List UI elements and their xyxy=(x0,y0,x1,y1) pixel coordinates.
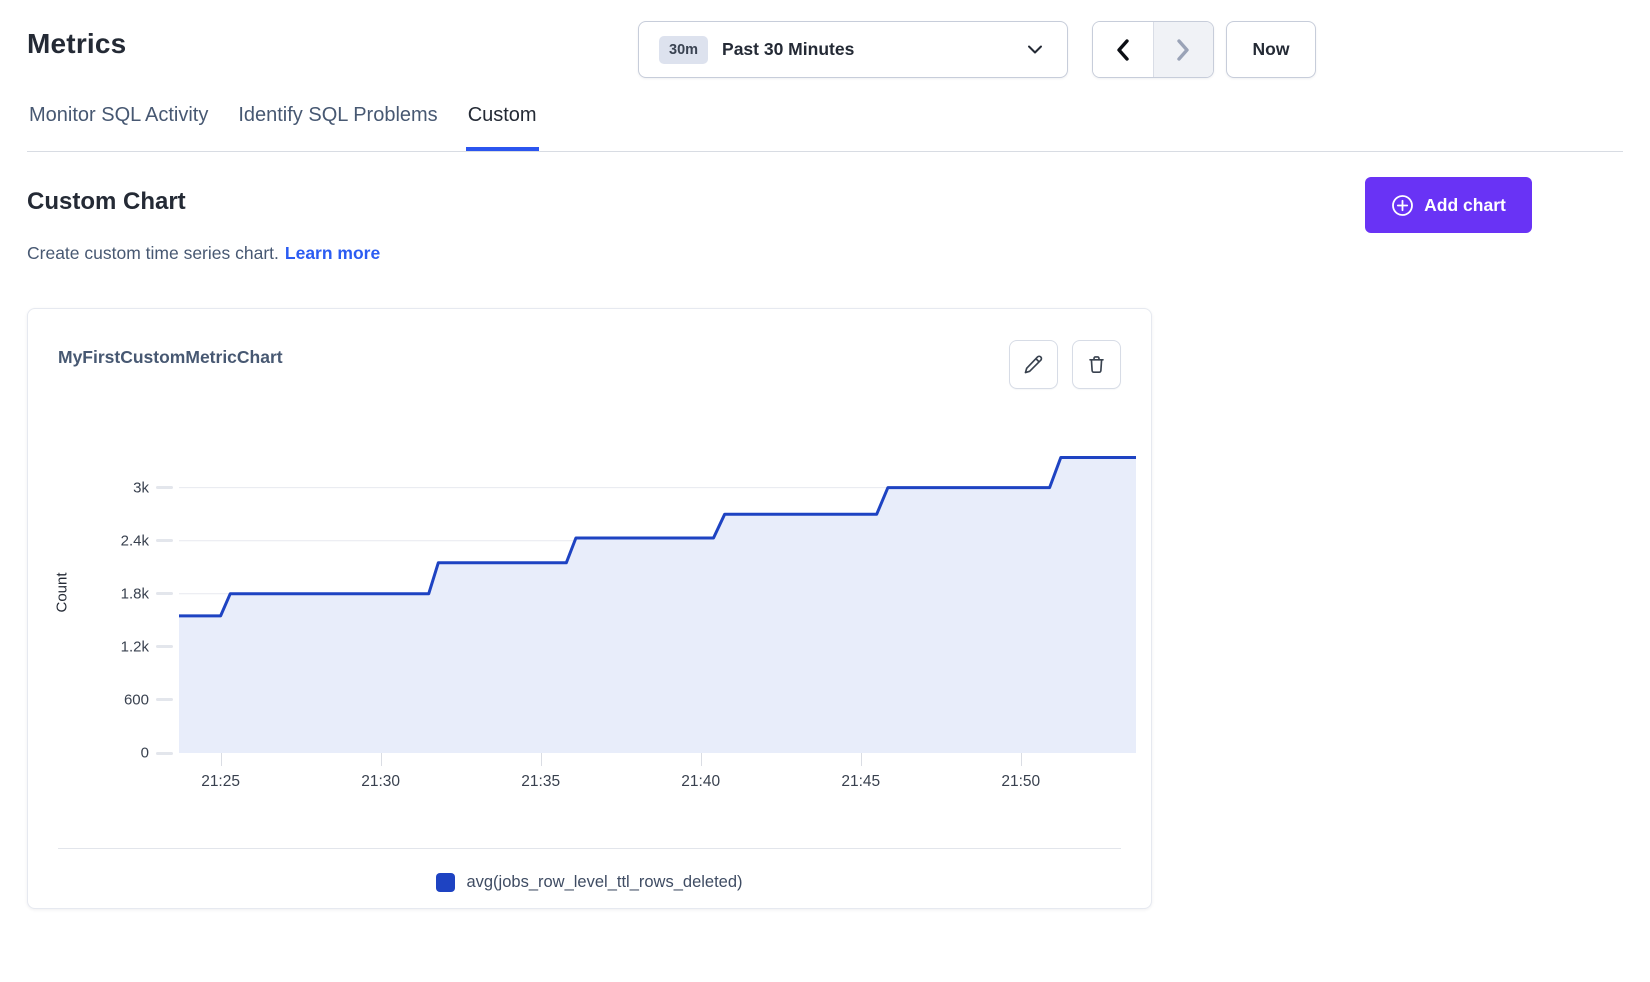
x-tick-mark xyxy=(1021,753,1022,766)
y-tick-label: 1.2k xyxy=(121,638,149,655)
x-tick-label: 21:40 xyxy=(681,773,720,791)
x-tick-mark xyxy=(221,753,222,766)
pencil-icon xyxy=(1023,354,1044,375)
time-range-label: Past 30 Minutes xyxy=(722,39,854,60)
page-title: Metrics xyxy=(27,28,126,60)
chart-plot-area[interactable]: Count 06001.2k1.8k2.4k3k21:2521:3021:352… xyxy=(179,431,1136,753)
y-tick-mark xyxy=(156,752,173,755)
chevron-down-icon xyxy=(1027,45,1043,55)
legend-divider xyxy=(58,848,1121,849)
y-tick-label: 600 xyxy=(124,691,149,708)
x-tick-label: 21:50 xyxy=(1001,773,1040,791)
y-axis-title: Count xyxy=(51,431,73,753)
next-range-button[interactable] xyxy=(1153,22,1214,77)
plus-circle-icon xyxy=(1391,194,1414,217)
chevron-left-icon xyxy=(1115,38,1130,62)
x-tick-mark xyxy=(541,753,542,766)
tab-identify-sql-problems[interactable]: Identify SQL Problems xyxy=(236,102,439,151)
section-subtitle: Create custom time series chart. Learn mo… xyxy=(27,243,380,264)
subtitle-text: Create custom time series chart. xyxy=(27,243,279,263)
y-tick-label: 0 xyxy=(141,745,149,762)
custom-chart-card: MyFirstCustomMetricChart Count 06001.2k1… xyxy=(27,308,1152,909)
x-tick-mark xyxy=(381,753,382,766)
y-tick-mark xyxy=(156,592,173,595)
section-title: Custom Chart xyxy=(27,188,186,216)
legend-swatch xyxy=(436,873,455,892)
y-tick-mark xyxy=(156,539,173,542)
x-tick-label: 21:30 xyxy=(361,773,400,791)
time-range-badge: 30m xyxy=(659,36,708,64)
y-tick-mark xyxy=(156,645,173,648)
time-range-selector[interactable]: 30m Past 30 Minutes xyxy=(638,21,1068,78)
edit-chart-button[interactable] xyxy=(1009,340,1058,389)
previous-range-button[interactable] xyxy=(1093,22,1153,77)
chart-canvas xyxy=(179,431,1136,753)
time-range-pager xyxy=(1092,21,1214,78)
y-tick-mark xyxy=(156,486,173,489)
tab-bar: Monitor SQL Activity Identify SQL Proble… xyxy=(27,102,1623,152)
chevron-right-icon xyxy=(1176,38,1191,62)
y-tick-mark xyxy=(156,698,173,701)
add-chart-button[interactable]: Add chart xyxy=(1365,177,1532,233)
y-tick-label: 1.8k xyxy=(121,585,149,602)
tab-custom[interactable]: Custom xyxy=(466,102,539,151)
learn-more-link[interactable]: Learn more xyxy=(285,243,380,263)
chart-title: MyFirstCustomMetricChart xyxy=(58,347,283,368)
chart-legend[interactable]: avg(jobs_row_level_ttl_rows_deleted) xyxy=(28,873,1151,892)
delete-chart-button[interactable] xyxy=(1072,340,1121,389)
x-tick-label: 21:45 xyxy=(841,773,880,791)
x-tick-label: 21:25 xyxy=(201,773,240,791)
y-tick-label: 2.4k xyxy=(121,532,149,549)
trash-icon xyxy=(1086,354,1107,375)
x-tick-mark xyxy=(861,753,862,766)
now-button[interactable]: Now xyxy=(1226,21,1316,78)
legend-label: avg(jobs_row_level_ttl_rows_deleted) xyxy=(466,873,742,892)
tab-monitor-sql-activity[interactable]: Monitor SQL Activity xyxy=(27,102,210,151)
x-tick-mark xyxy=(701,753,702,766)
add-chart-label: Add chart xyxy=(1424,195,1506,216)
x-tick-label: 21:35 xyxy=(521,773,560,791)
y-tick-label: 3k xyxy=(133,479,149,496)
